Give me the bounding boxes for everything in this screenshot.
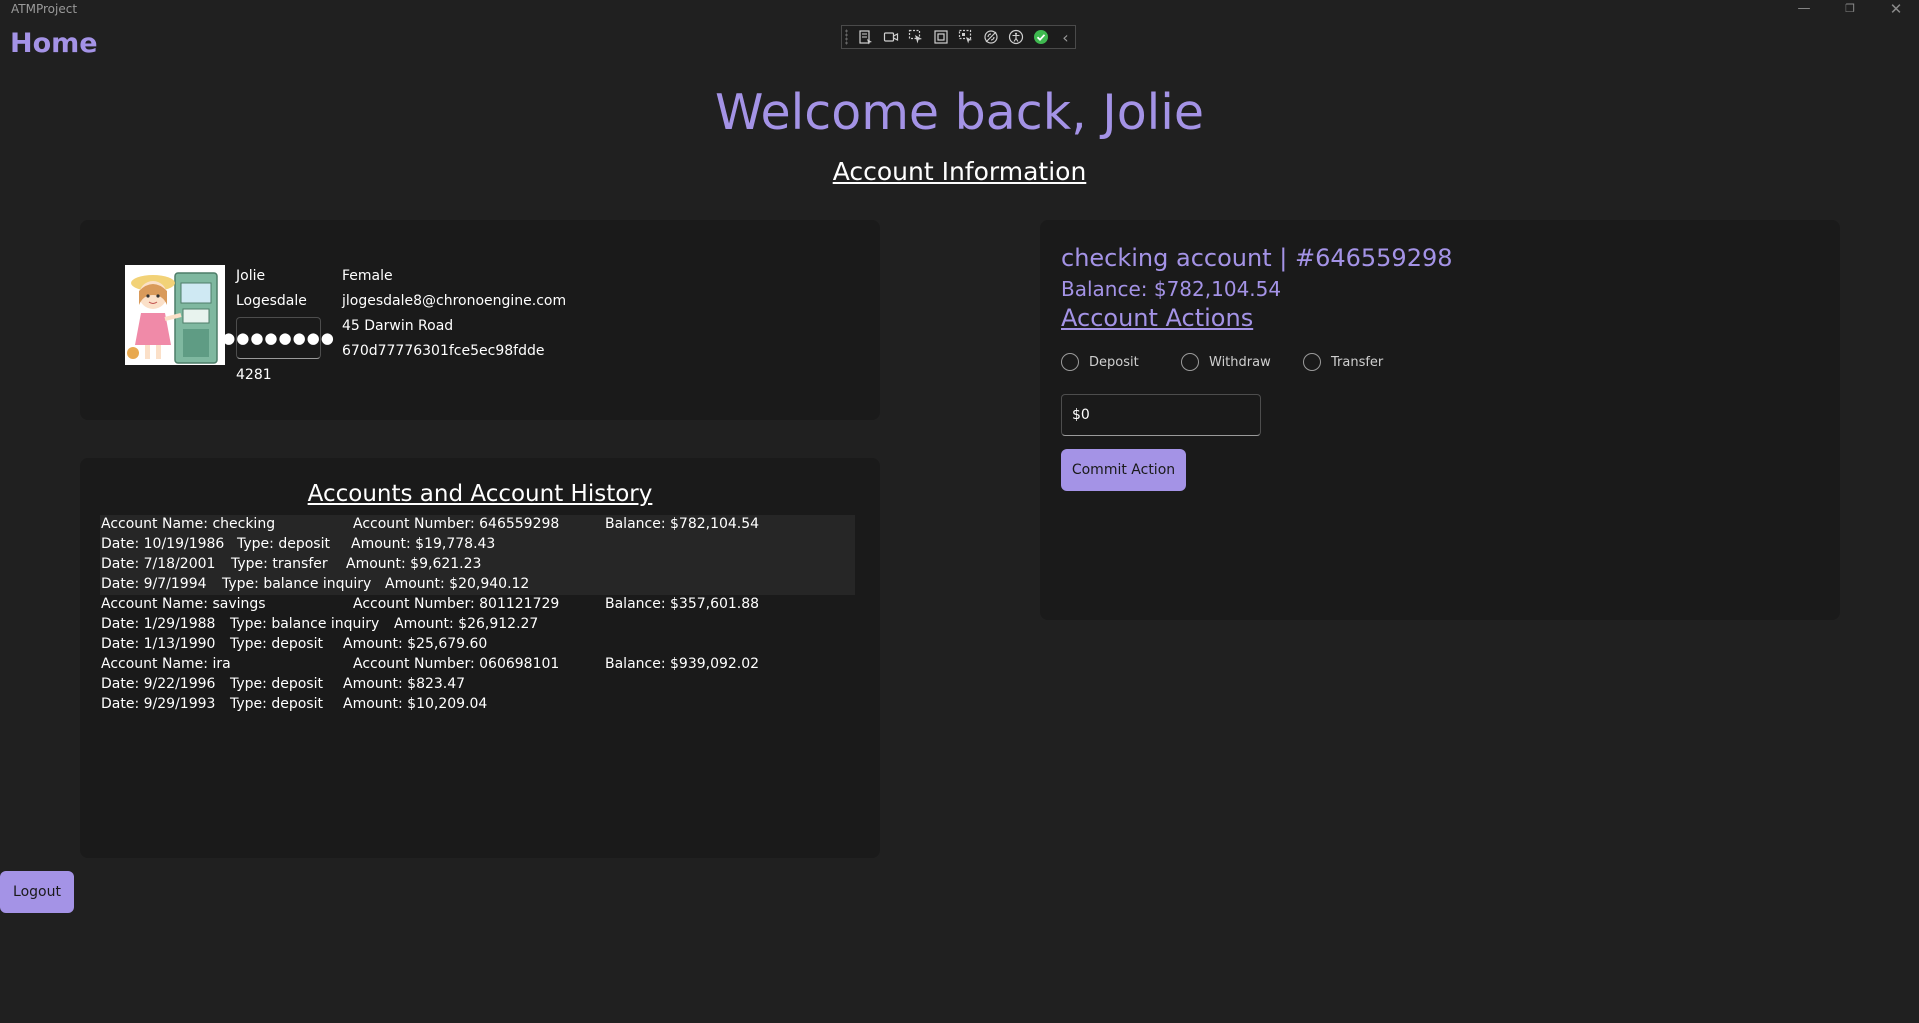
transaction-amount: Amount: $823.47 (343, 676, 466, 692)
account-list-item-savings[interactable]: Account Name: savings Account Number: 80… (100, 595, 855, 655)
email-value: jlogesdale8@chronoengine.com (342, 293, 567, 309)
account-number: Account Number: 646559298 (353, 516, 560, 532)
transfer-label: Transfer (1331, 354, 1384, 370)
transaction-date: Date: 10/19/1986 (101, 536, 225, 552)
withdraw-label: Withdraw (1209, 354, 1271, 370)
live-visual-tree-icon[interactable] (856, 28, 875, 46)
transaction-type: Type: deposit (230, 636, 323, 652)
window-title: ATMProject (11, 2, 78, 16)
pin-value: 4281 (236, 367, 272, 383)
transaction-row: Date: 9/29/1993 Type: deposit Amount: $1… (100, 695, 855, 715)
deposit-label: Deposit (1089, 354, 1139, 370)
withdraw-radio[interactable]: Withdraw (1181, 353, 1271, 371)
amount-input[interactable] (1061, 394, 1261, 436)
transaction-amount: Amount: $9,621.23 (346, 556, 482, 572)
transaction-amount: Amount: $10,209.04 (343, 696, 488, 712)
track-focus-icon[interactable] (956, 28, 975, 46)
account-balance: Balance: $939,092.02 (605, 656, 760, 672)
transaction-type: Type: balance inquiry (222, 576, 372, 592)
select-element-icon[interactable] (906, 28, 925, 46)
transaction-row: Date: 9/7/1994 Type: balance inquiry Amo… (100, 575, 855, 595)
transaction-type: Type: deposit (230, 696, 323, 712)
account-summary-row: Account Name: savings Account Number: 80… (100, 595, 855, 615)
selected-account-balance: Balance: $782,104.54 (1061, 277, 1282, 301)
account-actions-heading: Account Actions (1061, 304, 1254, 332)
transaction-type: Type: balance inquiry (230, 616, 380, 632)
transaction-amount: Amount: $20,940.12 (385, 576, 530, 592)
radio-circle-icon[interactable] (1061, 353, 1079, 371)
minimize-icon[interactable]: — (1784, 0, 1824, 18)
first-name: Jolie (236, 268, 266, 284)
transaction-amount: Amount: $26,912.27 (394, 616, 539, 632)
record-icon[interactable] (881, 28, 900, 46)
title-bar: ATMProject — ❐ ✕ (0, 0, 1919, 18)
transaction-date: Date: 1/13/1990 (101, 636, 216, 652)
transaction-date: Date: 7/18/2001 (101, 556, 216, 572)
transaction-row: Date: 9/22/1996 Type: deposit Amount: $8… (100, 675, 855, 695)
logout-button[interactable]: Logout (0, 871, 74, 913)
transaction-type: Type: transfer (231, 556, 328, 572)
account-information-heading: Account Information (832, 157, 1087, 186)
account-history-title: Accounts and Account History (307, 481, 653, 507)
account-summary-row: Account Name: checking Account Number: 6… (100, 515, 855, 535)
account-name: Account Name: savings (101, 596, 266, 612)
address-value: 45 Darwin Road (342, 318, 454, 334)
maximize-icon[interactable]: ❐ (1830, 0, 1870, 18)
last-name: Logesdale (236, 293, 307, 309)
transaction-type: Type: deposit (237, 536, 330, 552)
account-list-item-ira[interactable]: Account Name: ira Account Number: 060698… (100, 655, 855, 715)
selected-account-title: checking account | #646559298 (1061, 244, 1453, 272)
transaction-row: Date: 1/29/1988 Type: balance inquiry Am… (100, 615, 855, 635)
password-field[interactable]: ●●●●●●●● (222, 317, 334, 359)
account-number: Account Number: 801121729 (353, 596, 560, 612)
account-number: Account Number: 060698101 (353, 656, 560, 672)
debug-toolbar: ‹ (841, 25, 1076, 49)
checkmark-icon[interactable] (1031, 28, 1050, 46)
transaction-date: Date: 1/29/1988 (101, 616, 216, 632)
close-icon[interactable]: ✕ (1876, 0, 1916, 18)
transaction-date: Date: 9/7/1994 (101, 576, 207, 592)
profile-panel: Jolie Logesdale ●●●●●●●● 4281 Female jlo… (80, 220, 880, 420)
transaction-row: Date: 1/13/1990 Type: deposit Amount: $2… (100, 635, 855, 655)
transaction-date: Date: 9/22/1996 (101, 676, 216, 692)
toolbar-grip[interactable] (845, 29, 848, 45)
deposit-radio[interactable]: Deposit (1061, 353, 1139, 371)
account-actions-panel: checking account | #646559298 Balance: $… (1040, 220, 1840, 620)
account-balance: Balance: $782,104.54 (605, 516, 760, 532)
transfer-radio[interactable]: Transfer (1303, 353, 1383, 371)
radio-circle-icon[interactable] (1303, 353, 1321, 371)
transaction-amount: Amount: $25,679.60 (343, 636, 488, 652)
gender-value: Female (342, 268, 393, 284)
binding-failures-icon[interactable] (981, 28, 1000, 46)
transaction-row: Date: 10/19/1986 Type: deposit Amount: $… (100, 535, 855, 555)
transaction-type: Type: deposit (230, 676, 323, 692)
account-summary-row: Account Name: ira Account Number: 060698… (100, 655, 855, 675)
account-name: Account Name: checking (101, 516, 276, 532)
commit-action-button[interactable]: Commit Action (1061, 449, 1186, 491)
account-list-item-checking[interactable]: Account Name: checking Account Number: 6… (100, 515, 855, 595)
page-title: Home (10, 28, 98, 59)
collapse-chevron-icon[interactable]: ‹ (1056, 28, 1075, 47)
transaction-date: Date: 9/29/1993 (101, 696, 216, 712)
avatar (125, 265, 225, 365)
account-name: Account Name: ira (101, 656, 231, 672)
user-id-value: 670d77776301fce5ec98fdde (342, 343, 545, 359)
radio-circle-icon[interactable] (1181, 353, 1199, 371)
account-history-panel: Accounts and Account History Account Nam… (80, 458, 880, 858)
account-balance: Balance: $357,601.88 (605, 596, 760, 612)
display-layout-adorners-icon[interactable] (931, 28, 950, 46)
accessibility-icon[interactable] (1006, 28, 1025, 46)
welcome-heading: Welcome back, Jolie (714, 84, 1205, 141)
transaction-row: Date: 7/18/2001 Type: transfer Amount: $… (100, 555, 855, 575)
transaction-amount: Amount: $19,778.43 (351, 536, 496, 552)
